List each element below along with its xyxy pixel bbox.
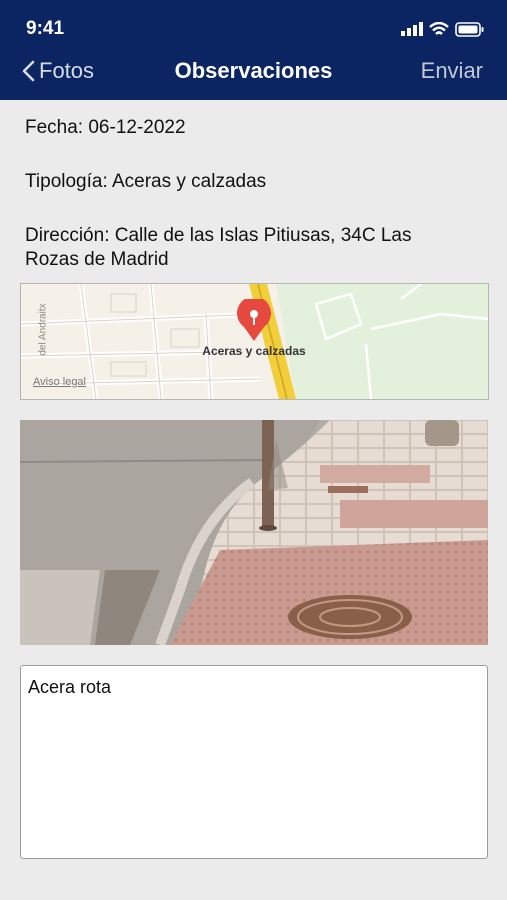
sidewalk-photo-image [20, 420, 488, 645]
map-pin-icon[interactable] [235, 299, 273, 343]
top-bar: 9:41 Fotos Observaciones Enviar [0, 0, 507, 100]
address-field: Dirección: Calle de las Islas Pitiusas, … [25, 225, 412, 270]
legal-link[interactable]: Aviso legal [33, 376, 86, 388]
location-map[interactable]: del Andraitx Aceras y calzadas Aviso leg… [20, 283, 489, 400]
date-field: Fecha: 06-12-2022 [25, 117, 186, 138]
street-label: del Andraitx [37, 303, 49, 356]
status-icons [401, 20, 485, 38]
observation-photo[interactable] [20, 420, 488, 645]
send-button[interactable]: Enviar [421, 58, 483, 84]
observations-textarea[interactable]: Acera rota [20, 665, 488, 859]
map-pin-label: Aceras y calzadas [202, 344, 306, 358]
typology-field: Tipología: Aceras y calzadas [25, 171, 267, 192]
observations-text: Acera rota [28, 677, 112, 697]
wifi-icon [429, 21, 449, 35]
signal-icon [401, 22, 423, 36]
battery-icon [455, 21, 484, 37]
status-time: 9:41 [26, 18, 65, 39]
